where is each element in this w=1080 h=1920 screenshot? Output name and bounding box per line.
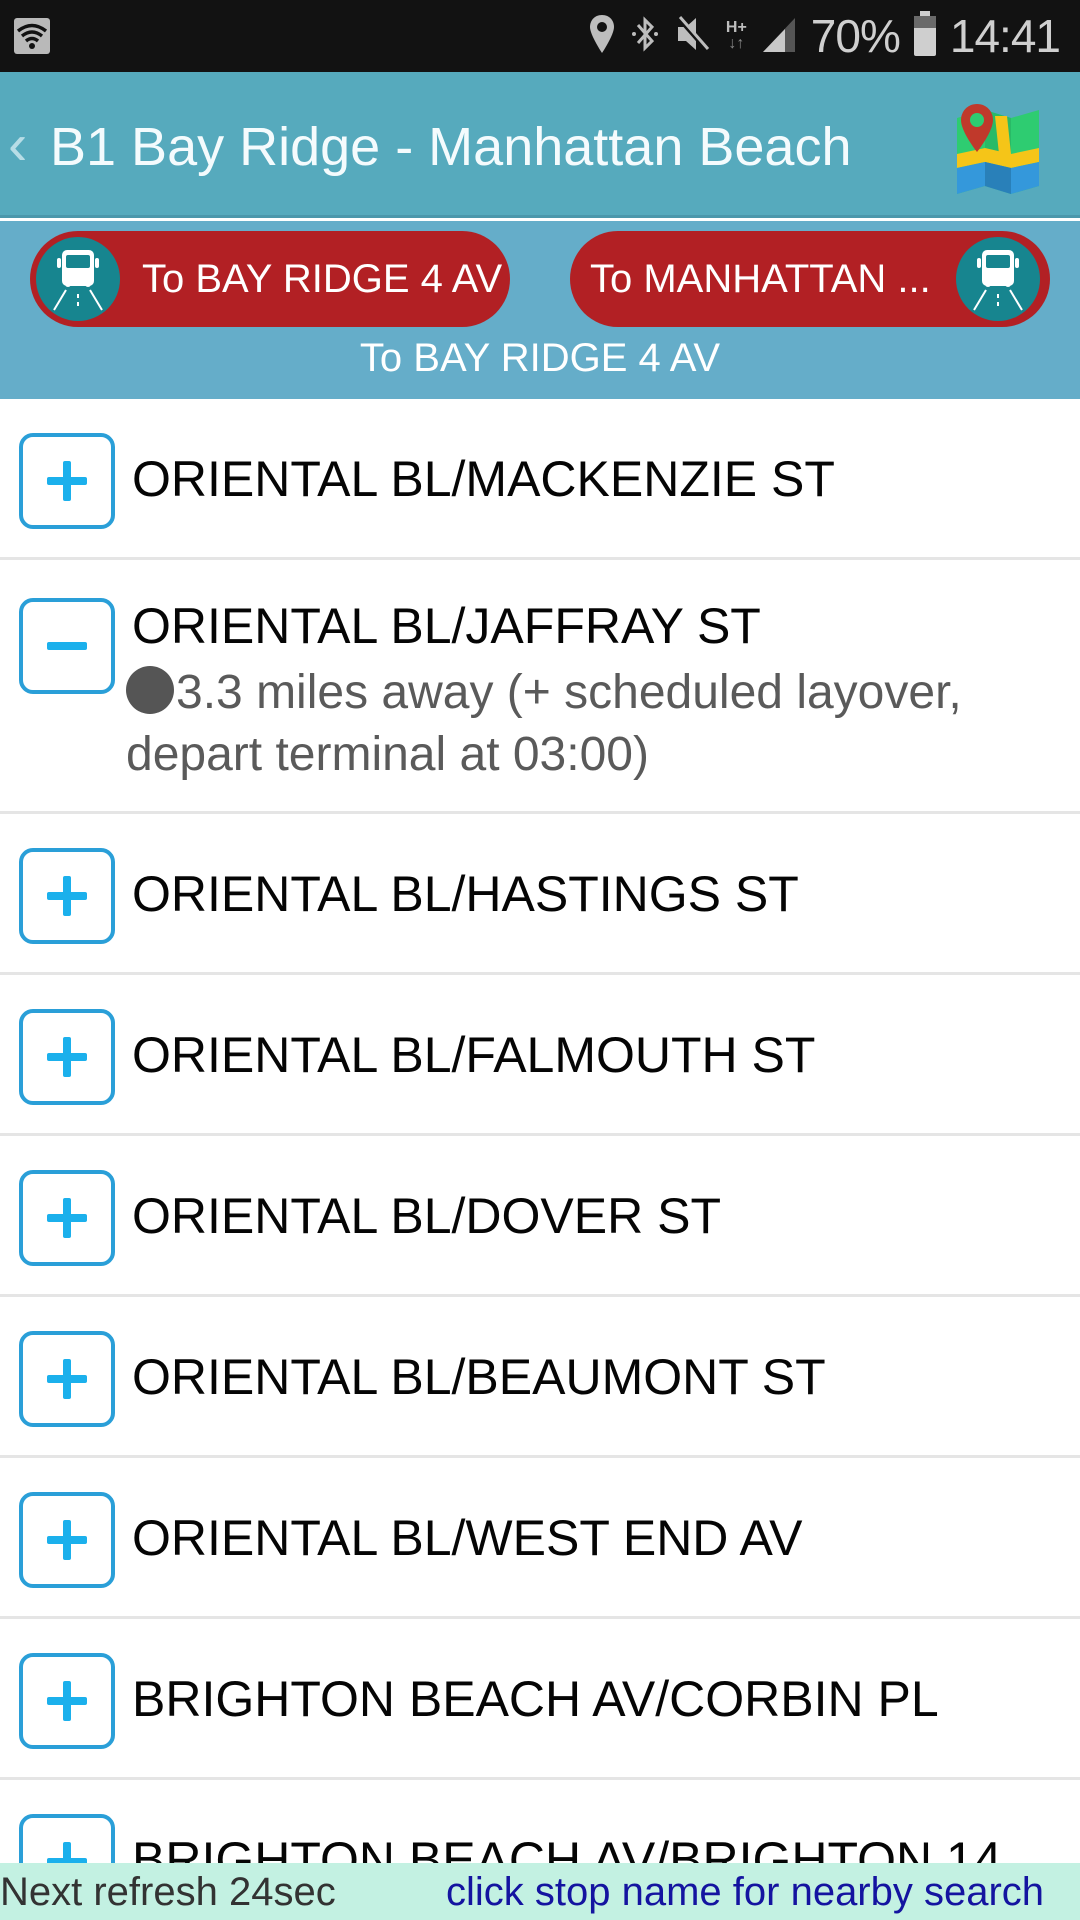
- status-bar: H+ ↓↑ 70% 14:41: [0, 0, 1080, 72]
- stop-arrival-detail: 3.3 miles away (+ scheduled layover, dep…: [126, 662, 1066, 786]
- stop-name[interactable]: BRIGHTON BEACH AV/CORBIN PL: [132, 1669, 939, 1729]
- expand-toggle[interactable]: [19, 1331, 115, 1427]
- map-icon[interactable]: [955, 104, 1041, 194]
- app-bar: ‹ B1 Bay Ridge - Manhattan Beach: [0, 72, 1080, 218]
- bus-status-dot-icon: [126, 666, 174, 714]
- direction-button-label: To MANHATTAN ...: [590, 256, 931, 301]
- stop-name[interactable]: ORIENTAL BL/MACKENZIE ST: [132, 449, 835, 509]
- stop-name[interactable]: ORIENTAL BL/DOVER ST: [132, 1186, 721, 1246]
- clock: 14:41: [949, 10, 1061, 62]
- current-direction-label: To BAY RIDGE 4 AV: [359, 336, 721, 380]
- stop-row: ORIENTAL BL/MACKENZIE ST: [0, 399, 1080, 560]
- stop-row: BRIGHTON BEACH AV/CORBIN PL: [0, 1619, 1080, 1780]
- arrival-text: 3.3 miles away (+ scheduled layover, dep…: [126, 666, 962, 781]
- bus-icon: [36, 237, 120, 321]
- stop-row: ORIENTAL BL/HASTINGS ST: [0, 814, 1080, 975]
- signal-icon: [761, 14, 797, 59]
- refresh-countdown: Next refresh 24sec: [0, 1870, 336, 1914]
- stop-row: ORIENTAL BL/JAFFRAY ST 3.3 miles away (+…: [0, 560, 1080, 814]
- bluetooth-icon: [630, 13, 660, 60]
- expand-toggle[interactable]: [19, 433, 115, 529]
- hplus-data-icon: H+ ↓↑: [725, 19, 747, 52]
- stop-name[interactable]: ORIENTAL BL/HASTINGS ST: [132, 864, 799, 924]
- expand-toggle[interactable]: [19, 1009, 115, 1105]
- expand-toggle[interactable]: [19, 848, 115, 944]
- stop-name[interactable]: ORIENTAL BL/JAFFRAY ST: [132, 596, 761, 656]
- wifi-icon: [14, 18, 50, 54]
- stop-row: ORIENTAL BL/BEAUMONT ST: [0, 1297, 1080, 1458]
- stop-row: ORIENTAL BL/DOVER ST: [0, 1136, 1080, 1297]
- expand-toggle[interactable]: [19, 1653, 115, 1749]
- route-title[interactable]: B1 Bay Ridge - Manhattan Beach: [50, 112, 851, 182]
- stop-name[interactable]: ORIENTAL BL/FALMOUTH ST: [132, 1025, 815, 1085]
- stop-name[interactable]: ORIENTAL BL/WEST END AV: [132, 1508, 803, 1568]
- direction-button-manhattan[interactable]: To MANHATTAN ...: [570, 231, 1050, 327]
- battery-icon: [913, 11, 936, 56]
- stop-list: ORIENTAL BL/MACKENZIE ST ORIENTAL BL/JAF…: [0, 399, 1080, 1920]
- bus-icon: [956, 237, 1040, 321]
- mute-icon: [674, 13, 712, 60]
- stop-row: ORIENTAL BL/WEST END AV: [0, 1458, 1080, 1619]
- footer-bar: Next refresh 24sec click stop name for n…: [0, 1863, 1080, 1920]
- location-icon: [588, 13, 616, 60]
- direction-button-bay-ridge[interactable]: To BAY RIDGE 4 AV: [30, 231, 510, 327]
- direction-button-label: To BAY RIDGE 4 AV: [142, 256, 503, 301]
- stop-name[interactable]: ORIENTAL BL/BEAUMONT ST: [132, 1347, 826, 1407]
- stop-row: ORIENTAL BL/FALMOUTH ST: [0, 975, 1080, 1136]
- network-type-label: H+: [725, 19, 747, 36]
- expand-toggle[interactable]: [19, 1170, 115, 1266]
- battery-percent: 70%: [810, 10, 901, 62]
- back-chevron-icon[interactable]: ‹: [8, 110, 27, 180]
- expand-toggle[interactable]: [19, 1492, 115, 1588]
- nearby-search-hint[interactable]: click stop name for nearby search: [446, 1867, 1044, 1917]
- direction-panel: To BAY RIDGE 4 AV To MANHATTAN ... To BA…: [0, 221, 1080, 399]
- collapse-toggle[interactable]: [19, 598, 115, 694]
